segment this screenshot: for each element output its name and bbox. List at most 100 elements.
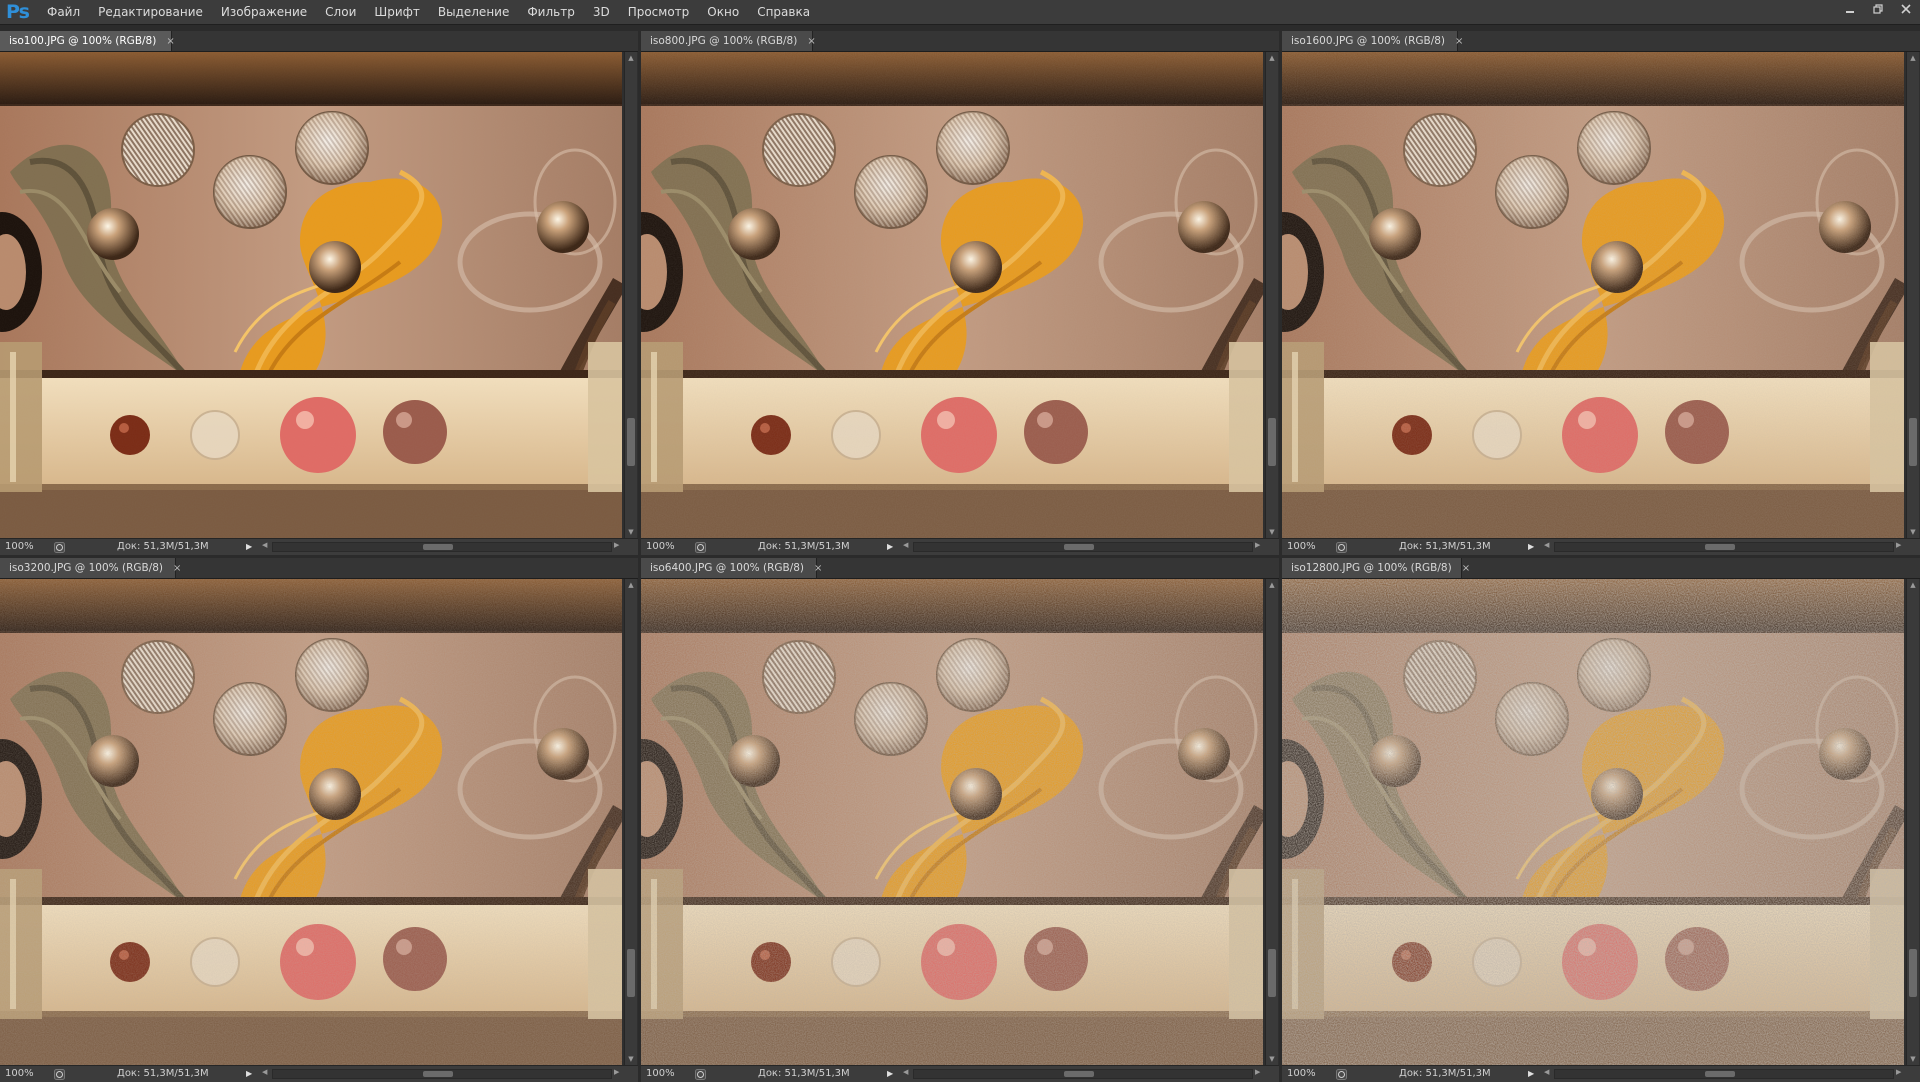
- status-menu-arrow-icon[interactable]: ▶: [1528, 542, 1534, 551]
- tab-close-icon[interactable]: ×: [1455, 36, 1463, 47]
- minimize-button[interactable]: [1836, 0, 1864, 18]
- scroll-up-icon[interactable]: ▲: [1266, 579, 1278, 591]
- scroll-down-icon[interactable]: ▼: [1907, 1053, 1919, 1065]
- zoom-level[interactable]: 100%: [1287, 541, 1316, 552]
- info-icon[interactable]: [695, 1069, 706, 1080]
- scroll-up-icon[interactable]: ▲: [1266, 52, 1278, 64]
- scroll-down-icon[interactable]: ▼: [1907, 526, 1919, 538]
- menu-item[interactable]: Изображение: [212, 0, 316, 25]
- tab-close-icon[interactable]: ×: [814, 563, 822, 574]
- menu-item[interactable]: Фильтр: [518, 0, 583, 25]
- scroll-right-icon[interactable]: ▶: [1896, 1068, 1901, 1076]
- scroll-left-icon[interactable]: ◀: [903, 541, 908, 549]
- scroll-left-icon[interactable]: ◀: [1544, 541, 1549, 549]
- status-menu-arrow-icon[interactable]: ▶: [1528, 1069, 1534, 1078]
- zoom-level[interactable]: 100%: [5, 541, 34, 552]
- document-canvas[interactable]: [641, 52, 1263, 538]
- horizontal-scroll-thumb[interactable]: [1064, 1071, 1094, 1077]
- scroll-thumb[interactable]: [1268, 418, 1276, 466]
- scroll-down-icon[interactable]: ▼: [625, 526, 637, 538]
- horizontal-scroll-thumb[interactable]: [1064, 544, 1094, 550]
- vertical-scrollbar[interactable]: ▲ ▼: [624, 579, 637, 1065]
- scroll-thumb[interactable]: [1268, 949, 1276, 997]
- info-icon[interactable]: [1336, 542, 1347, 553]
- status-menu-arrow-icon[interactable]: ▶: [246, 542, 252, 551]
- tab-close-icon[interactable]: ×: [173, 563, 181, 574]
- vertical-scrollbar[interactable]: ▲ ▼: [1265, 579, 1278, 1065]
- scroll-down-icon[interactable]: ▼: [1266, 526, 1278, 538]
- horizontal-scrollbar[interactable]: [913, 542, 1253, 552]
- scroll-thumb[interactable]: [1909, 949, 1917, 997]
- scroll-down-icon[interactable]: ▼: [625, 1053, 637, 1065]
- menu-item[interactable]: Просмотр: [619, 0, 699, 25]
- document-canvas[interactable]: [0, 579, 622, 1065]
- scroll-left-icon[interactable]: ◀: [1544, 1068, 1549, 1076]
- horizontal-scroll-thumb[interactable]: [423, 544, 453, 550]
- menu-item[interactable]: Редактирование: [89, 0, 212, 25]
- document-tab[interactable]: iso6400.JPG @ 100% (RGB/8) ×: [641, 558, 822, 578]
- scroll-left-icon[interactable]: ◀: [262, 1068, 267, 1076]
- close-button[interactable]: [1892, 0, 1920, 18]
- scroll-right-icon[interactable]: ▶: [1255, 1068, 1260, 1076]
- scroll-left-icon[interactable]: ◀: [903, 1068, 908, 1076]
- info-icon[interactable]: [695, 542, 706, 553]
- horizontal-scrollbar[interactable]: [1554, 1069, 1894, 1079]
- document-window[interactable]: iso1600.JPG @ 100% (RGB/8) × ▲ ▼ 100% До…: [1282, 31, 1920, 555]
- document-canvas[interactable]: [641, 579, 1263, 1065]
- scroll-up-icon[interactable]: ▲: [625, 52, 637, 64]
- vertical-scrollbar[interactable]: ▲ ▼: [1906, 579, 1919, 1065]
- menu-item[interactable]: Выделение: [429, 0, 518, 25]
- horizontal-scrollbar[interactable]: [272, 542, 612, 552]
- horizontal-scrollbar[interactable]: [272, 1069, 612, 1079]
- menu-item[interactable]: Шрифт: [365, 0, 429, 25]
- info-icon[interactable]: [1336, 1069, 1347, 1080]
- document-tab[interactable]: iso800.JPG @ 100% (RGB/8) ×: [641, 31, 816, 51]
- scroll-right-icon[interactable]: ▶: [1255, 541, 1260, 549]
- document-window[interactable]: iso800.JPG @ 100% (RGB/8) × ▲ ▼ 100% Док…: [641, 31, 1279, 555]
- document-tab[interactable]: iso3200.JPG @ 100% (RGB/8) ×: [0, 558, 181, 578]
- scroll-up-icon[interactable]: ▲: [1907, 52, 1919, 64]
- scroll-right-icon[interactable]: ▶: [614, 541, 619, 549]
- document-tab[interactable]: iso12800.JPG @ 100% (RGB/8) ×: [1282, 558, 1470, 578]
- scroll-right-icon[interactable]: ▶: [614, 1068, 619, 1076]
- scroll-thumb[interactable]: [627, 949, 635, 997]
- info-icon[interactable]: [54, 542, 65, 553]
- document-canvas[interactable]: [1282, 52, 1904, 538]
- horizontal-scrollbar[interactable]: [1554, 542, 1894, 552]
- vertical-scrollbar[interactable]: ▲ ▼: [1265, 52, 1278, 538]
- vertical-scrollbar[interactable]: ▲ ▼: [624, 52, 637, 538]
- menu-item[interactable]: Справка: [748, 0, 819, 25]
- scroll-down-icon[interactable]: ▼: [1266, 1053, 1278, 1065]
- status-menu-arrow-icon[interactable]: ▶: [887, 1069, 893, 1078]
- document-tab[interactable]: iso100.JPG @ 100% (RGB/8) ×: [0, 31, 175, 51]
- scroll-left-icon[interactable]: ◀: [262, 541, 267, 549]
- status-menu-arrow-icon[interactable]: ▶: [246, 1069, 252, 1078]
- document-window[interactable]: iso100.JPG @ 100% (RGB/8) × ▲ ▼ 100% Док…: [0, 31, 638, 555]
- horizontal-scroll-thumb[interactable]: [1705, 1071, 1735, 1077]
- zoom-level[interactable]: 100%: [1287, 1068, 1316, 1079]
- restore-button[interactable]: [1864, 0, 1892, 18]
- horizontal-scrollbar[interactable]: [913, 1069, 1253, 1079]
- menu-item[interactable]: Файл: [38, 0, 89, 25]
- scroll-thumb[interactable]: [1909, 418, 1917, 466]
- scroll-up-icon[interactable]: ▲: [1907, 579, 1919, 591]
- zoom-level[interactable]: 100%: [646, 541, 675, 552]
- status-menu-arrow-icon[interactable]: ▶: [887, 542, 893, 551]
- document-window[interactable]: iso3200.JPG @ 100% (RGB/8) × ▲ ▼ 100% До…: [0, 558, 638, 1082]
- tab-close-icon[interactable]: ×: [166, 36, 174, 47]
- document-window[interactable]: iso6400.JPG @ 100% (RGB/8) × ▲ ▼ 100% До…: [641, 558, 1279, 1082]
- scroll-thumb[interactable]: [627, 418, 635, 466]
- document-window[interactable]: iso12800.JPG @ 100% (RGB/8) × ▲ ▼ 100% Д…: [1282, 558, 1920, 1082]
- document-canvas[interactable]: [0, 52, 622, 538]
- horizontal-scroll-thumb[interactable]: [1705, 544, 1735, 550]
- document-tab[interactable]: iso1600.JPG @ 100% (RGB/8) ×: [1282, 31, 1463, 51]
- menu-item[interactable]: Окно: [698, 0, 748, 25]
- document-canvas[interactable]: [1282, 579, 1904, 1065]
- vertical-scrollbar[interactable]: ▲ ▼: [1906, 52, 1919, 538]
- scroll-right-icon[interactable]: ▶: [1896, 541, 1901, 549]
- info-icon[interactable]: [54, 1069, 65, 1080]
- zoom-level[interactable]: 100%: [5, 1068, 34, 1079]
- menu-item[interactable]: Слои: [316, 0, 365, 25]
- horizontal-scroll-thumb[interactable]: [423, 1071, 453, 1077]
- menu-item[interactable]: 3D: [584, 0, 619, 25]
